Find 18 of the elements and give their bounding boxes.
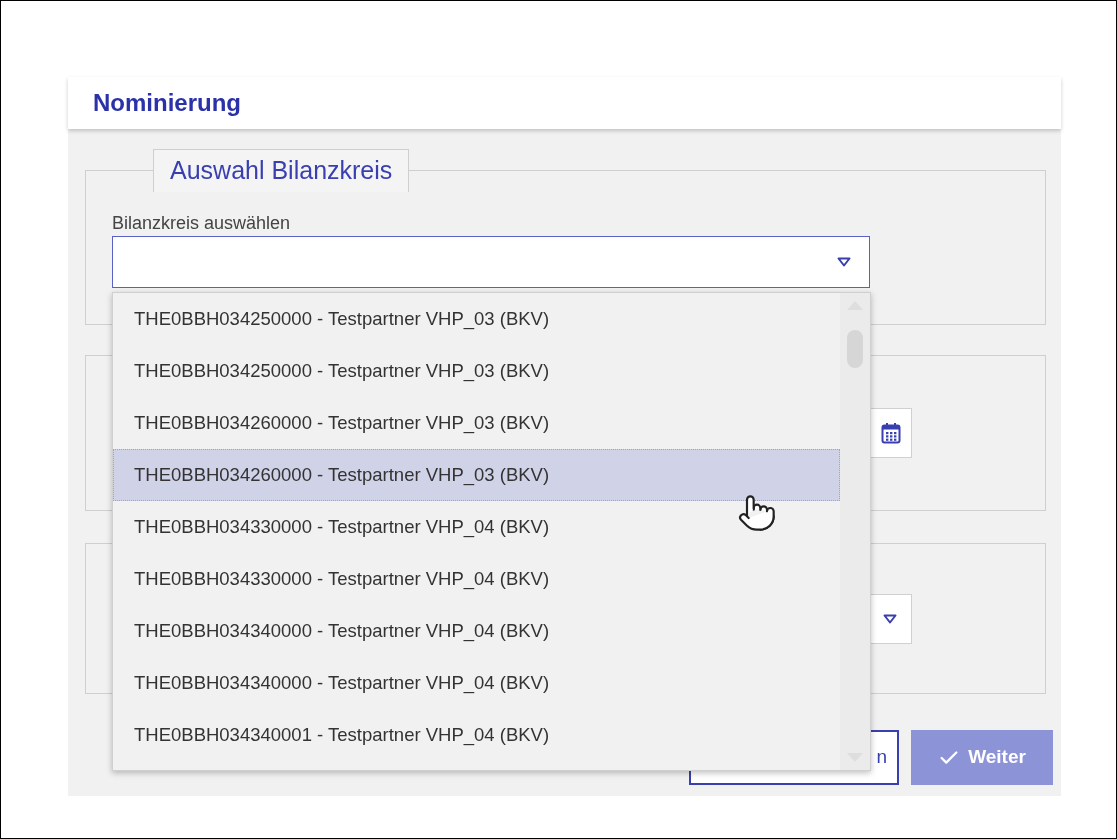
- select-field[interactable]: [112, 235, 870, 288]
- dropdown-option[interactable]: THE0BBH034340001 - Testpartner VHP_04 (BKV): [113, 709, 840, 761]
- dropdown-option[interactable]: THE0BBH034250000 - Testpartner VHP_03 (BKV): [113, 293, 840, 345]
- field-label: Bilanzkreis auswählen: [112, 211, 292, 234]
- hand-cursor-icon: [737, 493, 777, 533]
- card-title: Nominierung: [93, 88, 241, 118]
- dropdown-option[interactable]: THE0BBH034340000 - Testpartner VHP_04 (BKV): [113, 657, 840, 709]
- dropdown-caret-icon: [883, 613, 897, 624]
- dropdown-option[interactable]: THE0BBH034250000 - Testpartner VHP_03 (BKV): [113, 345, 840, 397]
- dropdown-option[interactable]: THE0BBH034260000 - Testpartner VHP_03 (BKV): [113, 449, 840, 501]
- dropdown-option[interactable]: THE0BBH034330000 - Testpartner VHP_04 (BKV): [113, 553, 840, 605]
- dropdown-caret-icon: [837, 256, 851, 267]
- scrollbar[interactable]: [840, 293, 870, 770]
- dropdown-option[interactable]: THE0BBH034340000 - Testpartner VHP_04 (BKV): [113, 605, 840, 657]
- dropdown-option[interactable]: THE0BBH034260000 - Testpartner VHP_03 (BKV): [113, 397, 840, 449]
- dropdown-option[interactable]: THE0BBH034330000 - Testpartner VHP_04 (BKV): [113, 501, 840, 553]
- section-legend: Auswahl Bilanzkreis: [153, 149, 410, 192]
- calendar-icon: [881, 422, 901, 444]
